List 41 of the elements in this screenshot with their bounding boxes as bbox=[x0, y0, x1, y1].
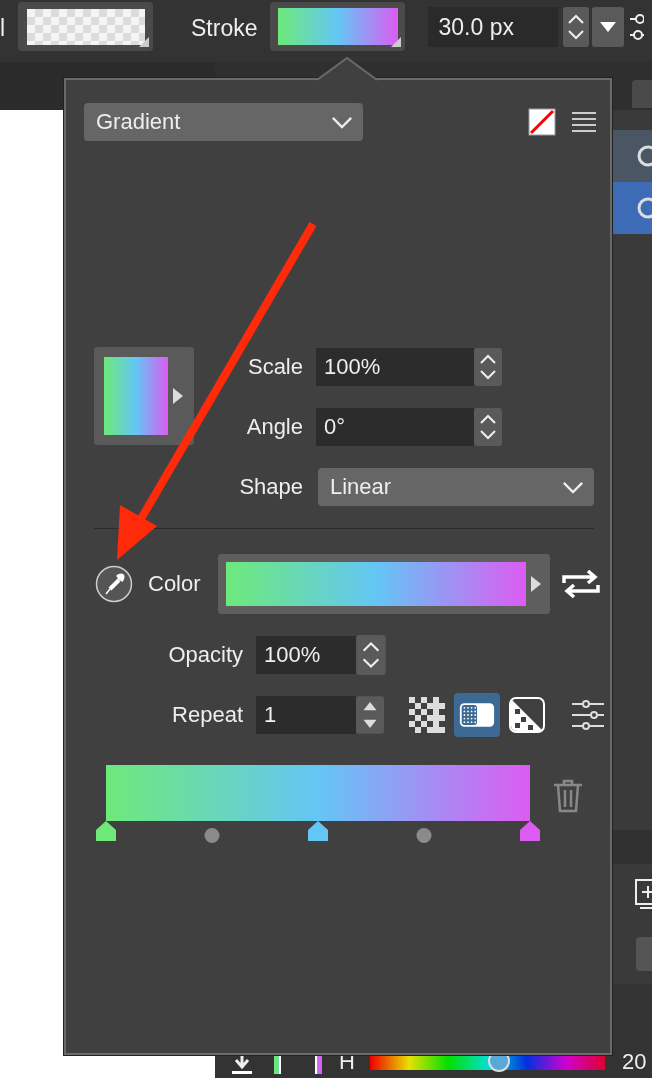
shape-label: Shape bbox=[238, 474, 303, 500]
fill-type-dropdown[interactable]: Gradient bbox=[84, 103, 363, 141]
scale-field[interactable]: 100% bbox=[316, 348, 474, 386]
dropdown-icon[interactable] bbox=[592, 6, 625, 47]
hue-value: 20 bbox=[621, 1050, 647, 1074]
color-stop[interactable] bbox=[520, 821, 540, 841]
toolbar-label: l bbox=[0, 15, 6, 42]
midpoint-handle[interactable] bbox=[204, 828, 220, 843]
shape-dropdown[interactable]: Linear bbox=[318, 468, 594, 506]
stroke-swatch[interactable] bbox=[270, 2, 406, 51]
swap-icon[interactable] bbox=[561, 569, 600, 599]
stepper-icon[interactable] bbox=[474, 348, 502, 386]
midpoint-handle[interactable] bbox=[416, 828, 432, 843]
caret-icon bbox=[173, 388, 183, 404]
color-stop[interactable] bbox=[96, 821, 116, 841]
trash-icon[interactable] bbox=[553, 779, 583, 813]
stroke-label: Stroke bbox=[191, 15, 258, 42]
fill-swatch[interactable] bbox=[18, 2, 153, 51]
chevron-down-icon bbox=[331, 115, 353, 129]
stepper-icon[interactable] bbox=[563, 6, 590, 47]
repeat-label: Repeat bbox=[171, 702, 243, 728]
caret-icon bbox=[530, 576, 541, 592]
menu-icon[interactable] bbox=[572, 111, 596, 133]
chevron-down-icon bbox=[562, 480, 584, 494]
opacity-field[interactable]: 100% bbox=[256, 636, 356, 674]
eyedropper-icon[interactable] bbox=[95, 565, 133, 603]
color-label: Color bbox=[148, 571, 201, 597]
repeat-field[interactable]: 1 bbox=[256, 696, 356, 734]
opacity-label: Opacity bbox=[167, 642, 243, 668]
angle-field[interactable]: 0° bbox=[316, 408, 474, 446]
scale-label: Scale bbox=[246, 354, 303, 380]
no-color-icon[interactable] bbox=[528, 108, 556, 136]
stepper-icon[interactable] bbox=[356, 696, 384, 734]
stepper-icon[interactable] bbox=[474, 408, 502, 446]
settings-icon[interactable] bbox=[572, 699, 604, 731]
gradient-preview[interactable] bbox=[94, 347, 194, 445]
angle-label: Angle bbox=[245, 414, 303, 440]
stepper-icon[interactable] bbox=[356, 635, 386, 675]
gradient-well[interactable] bbox=[217, 554, 550, 614]
repeat-mode-button[interactable] bbox=[454, 693, 500, 737]
stroke-width-field[interactable]: 30.0 px bbox=[428, 6, 559, 47]
